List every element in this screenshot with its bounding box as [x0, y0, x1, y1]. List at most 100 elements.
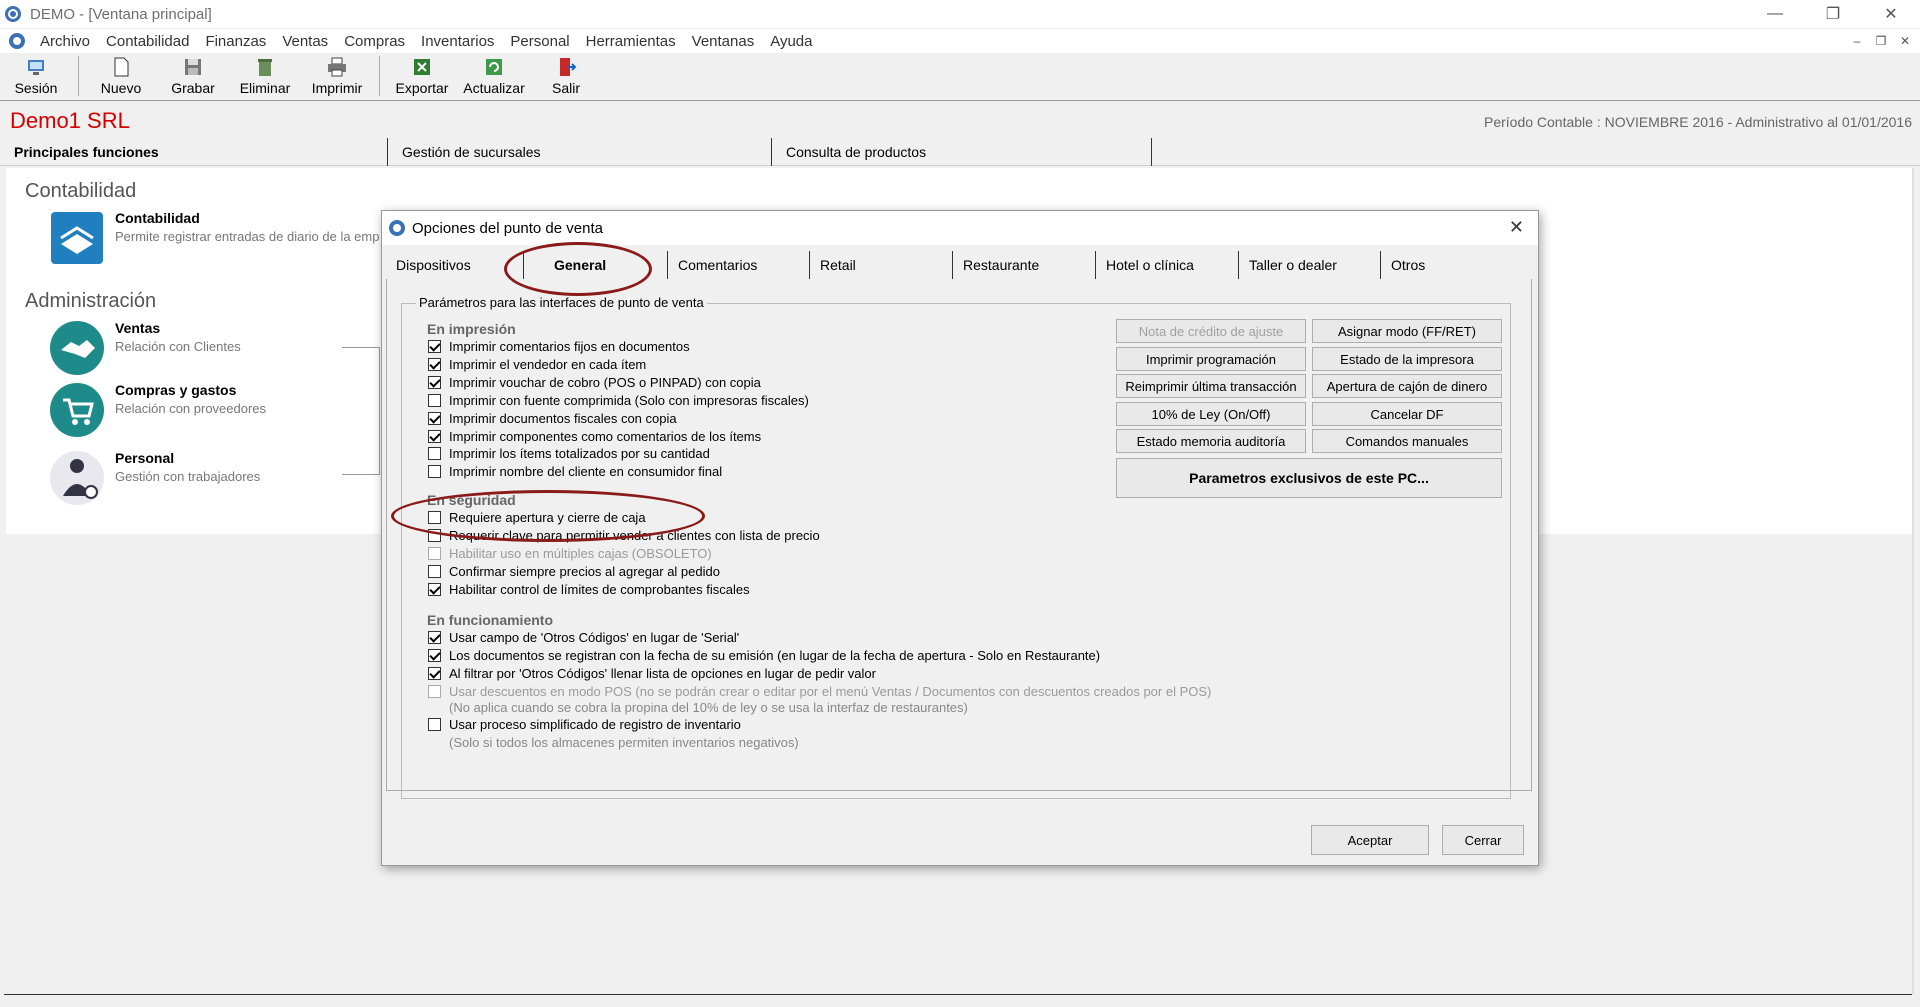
checkbox[interactable] — [428, 718, 441, 731]
right-edge — [1912, 168, 1914, 994]
cb-items-totalizados[interactable]: Imprimir los ítems totalizados por su ca… — [428, 446, 710, 461]
cb-apertura-cierre-caja[interactable]: Requiere apertura y cierre de caja — [428, 510, 646, 525]
function-personal[interactable]: Personal Gestión con trabajadores — [49, 450, 260, 506]
parametros-pc-button[interactable]: Parametros exclusivos de este PC... — [1116, 458, 1502, 498]
checkbox[interactable] — [428, 465, 441, 478]
session-button[interactable]: Sesión — [0, 53, 72, 99]
asignar-modo-button[interactable]: Asignar modo (FF/RET) — [1312, 319, 1502, 343]
checkbox[interactable] — [428, 358, 441, 371]
cb-vendedor-item[interactable]: Imprimir el vendedor en cada ítem — [428, 357, 646, 372]
cb-clave-lista-precio[interactable]: Requerir clave para permitir vender a cl… — [428, 528, 820, 543]
checkbox[interactable] — [428, 583, 441, 596]
tab-otros[interactable]: Otros — [1381, 251, 1511, 279]
comandos-manuales-button[interactable]: Comandos manuales — [1312, 429, 1502, 453]
menu-ventanas[interactable]: Ventanas — [684, 33, 763, 50]
restore-button[interactable]: ❐ — [1804, 0, 1862, 28]
cb-otros-codigos-serial[interactable]: Usar campo de 'Otros Códigos' en lugar d… — [428, 630, 739, 645]
cb-registro-inventario[interactable]: Usar proceso simplificado de registro de… — [428, 717, 741, 732]
menu-app-icon[interactable] — [8, 32, 26, 50]
menu-herramientas[interactable]: Herramientas — [578, 33, 684, 50]
save-button[interactable]: Grabar — [157, 53, 229, 99]
checkbox[interactable] — [428, 511, 441, 524]
cerrar-button[interactable]: Cerrar — [1442, 825, 1524, 855]
floppy-icon — [185, 59, 201, 75]
checkbox[interactable] — [428, 649, 441, 662]
checkbox[interactable] — [428, 376, 441, 389]
tab-consulta-productos[interactable]: Consulta de productos — [772, 138, 1152, 166]
mdi-minimize-button[interactable]: – — [1848, 32, 1866, 50]
cb-fecha-emision[interactable]: Los documentos se registran con la fecha… — [428, 648, 1100, 663]
cb-confirmar-precios[interactable]: Confirmar siempre precios al agregar al … — [428, 564, 720, 579]
printer-icon — [328, 57, 346, 77]
window-title: DEMO - [Ventana principal] — [30, 5, 212, 23]
mdi-restore-button[interactable]: ❐ — [1872, 32, 1890, 50]
cb-fuente-comprimida[interactable]: Imprimir con fuente comprimida (Solo con… — [428, 393, 809, 408]
section-administracion: Administración — [25, 290, 157, 312]
apertura-cajon-button[interactable]: Apertura de cajón de dinero — [1312, 374, 1502, 398]
exit-button[interactable]: Salir — [530, 53, 602, 99]
imprimir-programacion-button[interactable]: Imprimir programación — [1116, 347, 1306, 371]
close-window-button[interactable]: ✕ — [1862, 0, 1920, 28]
memoria-auditoria-button[interactable]: Estado memoria auditoría — [1116, 429, 1306, 453]
checkbox[interactable] — [428, 565, 441, 578]
tab-hotel-clinica[interactable]: Hotel o clínica — [1096, 251, 1239, 279]
menu-inventarios[interactable]: Inventarios — [413, 33, 502, 50]
cb-nombre-cliente[interactable]: Imprimir nombre del cliente en consumido… — [428, 464, 722, 479]
tab-principales-funciones[interactable]: Principales funciones — [0, 138, 388, 166]
checkbox[interactable] — [428, 529, 441, 542]
print-button[interactable]: Imprimir — [301, 53, 373, 99]
dialog-globe-icon — [389, 220, 405, 236]
menu-personal[interactable]: Personal — [502, 33, 577, 50]
main-tabs: Principales funciones Gestión de sucursa… — [0, 138, 1920, 166]
function-contabilidad[interactable]: Contabilidad Permite registrar entradas … — [49, 210, 379, 266]
tab-retail[interactable]: Retail — [810, 251, 953, 279]
tab-general[interactable]: General — [524, 251, 668, 279]
refresh-button[interactable]: Actualizar — [458, 53, 530, 99]
menu-ayuda[interactable]: Ayuda — [762, 33, 820, 50]
cb-limites-comprobantes[interactable]: Habilitar control de límites de comproba… — [428, 582, 750, 597]
heading-impresion: En impresión — [427, 321, 516, 337]
minimize-button[interactable]: — — [1746, 0, 1804, 28]
checkbox[interactable] — [428, 667, 441, 680]
dialog-close-button[interactable]: ✕ — [1509, 217, 1524, 238]
checkbox[interactable] — [428, 447, 441, 460]
tab-restaurante[interactable]: Restaurante — [953, 251, 1096, 279]
dialog-tabs: Dispositivos General Comentarios Retail … — [386, 251, 1532, 279]
function-ventas[interactable]: Ventas Relación con Clientes — [49, 320, 241, 376]
menu-compras[interactable]: Compras — [336, 33, 413, 50]
title-bar: DEMO - [Ventana principal] — ❐ ✕ — [0, 0, 1920, 28]
new-button[interactable]: Nuevo — [85, 53, 157, 99]
dialog-title-bar[interactable]: Opciones del punto de venta ✕ — [382, 211, 1538, 245]
menu-ventas[interactable]: Ventas — [274, 33, 336, 50]
cancelar-df-button[interactable]: Cancelar DF — [1312, 402, 1502, 426]
tab-taller-dealer[interactable]: Taller o dealer — [1239, 251, 1381, 279]
heading-seguridad: En seguridad — [427, 492, 516, 508]
checkbox[interactable] — [428, 430, 441, 443]
estado-impresora-button[interactable]: Estado de la impresora — [1312, 347, 1502, 371]
reimprimir-button[interactable]: Reimprimir última transacción — [1116, 374, 1306, 398]
mdi-close-button[interactable]: ✕ — [1896, 32, 1914, 50]
checkbox[interactable] — [428, 394, 441, 407]
menu-archivo[interactable]: Archivo — [32, 33, 98, 50]
export-button[interactable]: Exportar — [386, 53, 458, 99]
menu-finanzas[interactable]: Finanzas — [197, 33, 274, 50]
menu-contabilidad[interactable]: Contabilidad — [98, 33, 197, 50]
tab-dispositivos[interactable]: Dispositivos — [386, 251, 524, 279]
cb-voucher-copia[interactable]: Imprimir vouchar de cobro (POS o PINPAD)… — [428, 375, 761, 390]
worker-icon — [50, 451, 104, 505]
cb-componentes-comentarios[interactable]: Imprimir componentes como comentarios de… — [428, 429, 761, 444]
tab-gestion-sucursales[interactable]: Gestión de sucursales — [388, 138, 772, 166]
cb-fiscales-copia[interactable]: Imprimir documentos fiscales con copia — [428, 411, 677, 426]
checkbox[interactable] — [428, 340, 441, 353]
aceptar-button[interactable]: Aceptar — [1311, 825, 1429, 855]
checkbox[interactable] — [428, 412, 441, 425]
cb-comentarios-fijos[interactable]: Imprimir comentarios fijos en documentos — [428, 339, 690, 354]
toolbar: Sesión Nuevo Grabar Eliminar Imprimir Ex… — [0, 53, 1920, 101]
cb-filtrar-otros-codigos[interactable]: Al filtrar por 'Otros Códigos' llenar li… — [428, 666, 876, 681]
delete-button[interactable]: Eliminar — [229, 53, 301, 99]
ley10-button[interactable]: 10% de Ley (On/Off) — [1116, 402, 1306, 426]
checkbox[interactable] — [428, 631, 441, 644]
menu-bar: Archivo Contabilidad Finanzas Ventas Com… — [0, 29, 1920, 53]
function-compras-gastos[interactable]: Compras y gastos Relación con proveedore… — [49, 382, 266, 438]
tab-comentarios[interactable]: Comentarios — [668, 251, 810, 279]
